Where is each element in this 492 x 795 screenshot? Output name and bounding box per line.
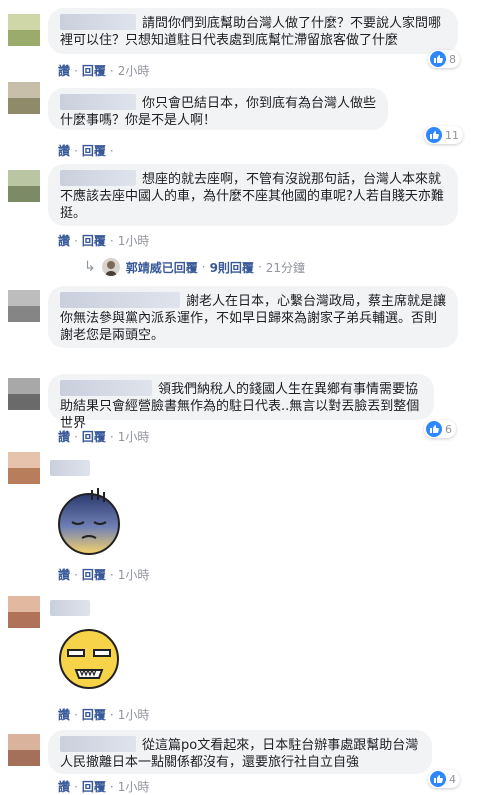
separator: · [74, 234, 78, 248]
reply-avatar [101, 258, 120, 276]
like-link[interactable]: 讚 [58, 234, 70, 248]
reply-link[interactable]: 回覆 [82, 430, 106, 444]
separator: · [109, 780, 114, 794]
comment-bubble: 你只會巴結日本，你到底有為台灣人做些什麼事嗎？你是不是人啊！ [48, 88, 388, 130]
commenter-name-redacted[interactable] [60, 736, 136, 752]
avatar[interactable] [8, 734, 40, 766]
replies-summary[interactable]: ↳ 郭靖威已回覆 · 9則回覆 · 21分鐘 [84, 258, 305, 276]
separator: · [109, 708, 114, 722]
reply-link[interactable]: 回覆 [82, 234, 106, 248]
reply-author[interactable]: 郭靖威已回覆 [126, 259, 198, 276]
thumbs-up-icon [426, 421, 442, 437]
like-count-badge[interactable]: 6 [424, 420, 456, 438]
sticker-sad-face [52, 484, 128, 560]
like-link[interactable]: 讚 [58, 64, 70, 78]
like-link[interactable]: 讚 [58, 144, 70, 158]
separator: · [257, 260, 262, 274]
separator: · [109, 430, 114, 444]
separator: · [74, 780, 78, 794]
comment-bubble: 領我們納稅人的錢國人生在異鄉有事情需要協助結果只會經營臉書無作為的駐日代表..無… [48, 374, 434, 431]
timestamp[interactable]: 1小時 [118, 568, 150, 582]
avatar[interactable] [8, 452, 40, 484]
comment-bubble: 從這篇po文看起來，日本駐台辦事處跟幫助台灣人民撤離日本一點關係都沒有，還要旅行… [48, 730, 432, 774]
avatar[interactable] [8, 290, 40, 322]
comment-bubble: 謝老人在日本，心繫台灣政局，蔡主席就是讓你無法參與黨內派系運作，不如早日歸來為謝… [48, 286, 458, 348]
separator: · [109, 64, 114, 78]
like-count: 4 [449, 772, 456, 786]
reply-link[interactable]: 回覆 [82, 64, 106, 78]
reply-arrow-icon: ↳ [84, 259, 96, 275]
thumbs-up-icon [426, 127, 442, 143]
avatar[interactable] [8, 378, 40, 410]
comment-actions: 讚 · 回覆 · 1小時 [58, 706, 149, 723]
timestamp[interactable]: 1小時 [118, 234, 150, 248]
reply-link[interactable]: 回覆 [82, 568, 106, 582]
comment-actions: 讚 · 回覆 · 1小時 [58, 232, 149, 249]
reply-count[interactable]: 9則回覆 [210, 259, 254, 276]
avatar[interactable] [8, 596, 40, 628]
thumbs-up-icon [430, 51, 446, 67]
like-count-badge[interactable]: 8 [428, 50, 460, 68]
like-count-badge[interactable]: 4 [428, 770, 460, 788]
commenter-name-redacted[interactable] [60, 380, 152, 396]
like-count: 11 [445, 128, 459, 142]
like-link[interactable]: 讚 [58, 568, 70, 582]
avatar[interactable] [8, 170, 40, 202]
timestamp[interactable]: 2小時 [118, 64, 150, 78]
sticker-annoyed-face [52, 626, 128, 696]
thumbs-up-icon [430, 771, 446, 787]
like-link[interactable]: 讚 [58, 708, 70, 722]
like-link[interactable]: 讚 [58, 430, 70, 444]
separator: · [74, 64, 78, 78]
separator: · [201, 260, 206, 274]
comment-actions: 讚 · 回覆 · 1小時 [58, 566, 149, 583]
comment-actions: 讚 · 回覆 · 2小時 [58, 62, 149, 79]
commenter-name-redacted[interactable] [60, 292, 180, 308]
comment-bubble: 請問你們到底幫助台灣人做了什麼？不要說人家問哪裡可以住？只想知道駐日代表處到底幫… [48, 8, 458, 54]
commenter-name-redacted[interactable] [60, 14, 136, 30]
commenter-name-redacted[interactable] [50, 600, 90, 616]
commenter-name-redacted[interactable] [50, 460, 90, 476]
avatar[interactable] [8, 14, 40, 46]
separator: · [109, 568, 114, 582]
separator: · [109, 234, 114, 248]
commenter-name-redacted[interactable] [60, 170, 136, 186]
comment-actions: 讚 · 回覆 · 1小時 [58, 428, 149, 445]
separator: · [74, 144, 78, 158]
separator: · [109, 144, 114, 158]
like-count: 6 [445, 422, 452, 436]
comment-bubble: 想座的就去座啊，不管有沒說那句話，台灣人本來就不應該去座中國人的車，為什麼不座其… [48, 164, 458, 226]
reply-link[interactable]: 回覆 [82, 708, 106, 722]
separator: · [74, 568, 78, 582]
commenter-name-redacted[interactable] [60, 94, 136, 110]
separator: · [74, 430, 78, 444]
avatar[interactable] [8, 82, 40, 114]
like-link[interactable]: 讚 [58, 780, 70, 794]
reply-link[interactable]: 回覆 [82, 144, 106, 158]
reply-link[interactable]: 回覆 [82, 780, 106, 794]
reply-time: 21分鐘 [265, 260, 306, 275]
comment-actions: 讚 · 回覆 · [58, 142, 118, 159]
like-count-badge[interactable]: 11 [424, 126, 463, 144]
like-count: 8 [449, 52, 456, 66]
separator: · [74, 708, 78, 722]
timestamp[interactable]: 1小時 [118, 430, 150, 444]
timestamp[interactable]: 1小時 [118, 708, 150, 722]
comment-actions: 讚 · 回覆 · 1小時 [58, 778, 149, 795]
timestamp[interactable]: 1小時 [118, 780, 150, 794]
